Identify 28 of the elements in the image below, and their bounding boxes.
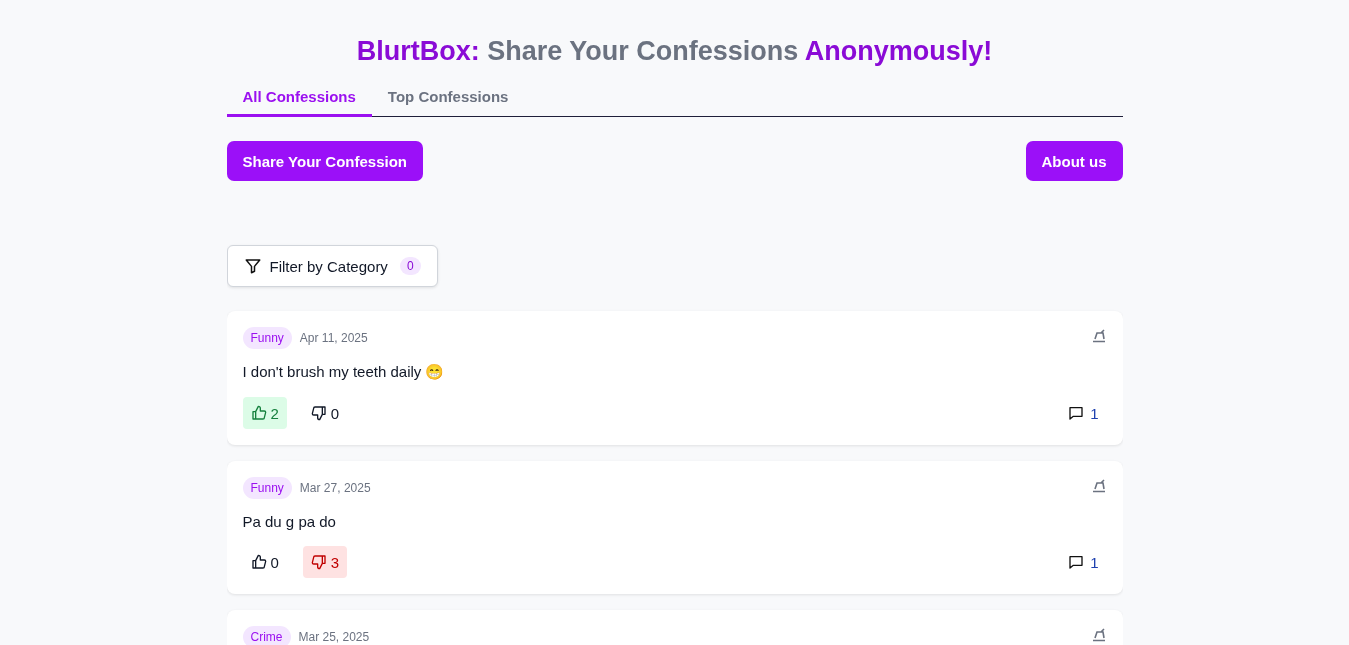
count-badge: 0 bbox=[399, 257, 421, 275]
confession-text: I don't brush my teeth daily 😁 bbox=[242, 363, 446, 381]
filter-button[interactable]: Filter by Category 0 bbox=[226, 245, 438, 287]
share-confession-button[interactable]: Share Your Confession bbox=[226, 141, 423, 181]
post-date: Apr 11, 2025 bbox=[299, 331, 368, 345]
tab[interactable]: All Confessions bbox=[226, 80, 372, 117]
tab[interactable]: Top Confessions bbox=[371, 80, 525, 117]
category-tag: Funny bbox=[242, 477, 292, 499]
category-tag: Crime bbox=[242, 626, 291, 645]
post-date: Mar 27, 2025 bbox=[299, 481, 371, 495]
thumbs-down-icon bbox=[310, 405, 327, 421]
category-tag: Funny bbox=[242, 327, 292, 349]
comment-icon bbox=[1068, 405, 1085, 421]
confession-text: Pa du g pa do bbox=[242, 513, 337, 530]
dislike-button[interactable]: 3 bbox=[302, 546, 348, 578]
thumbs-down-icon bbox=[310, 554, 327, 570]
filter-icon bbox=[243, 257, 262, 275]
comments-button[interactable]: 1 bbox=[1060, 404, 1107, 422]
like-button[interactable]: 2 bbox=[242, 397, 287, 429]
page-title: BlurtBox: Share Your Confessions Anonymously! bbox=[355, 35, 994, 68]
dislike-button[interactable]: 0 bbox=[302, 397, 348, 429]
comment-icon bbox=[1068, 554, 1085, 570]
post-date: Mar 25, 2025 bbox=[298, 630, 370, 644]
like-button[interactable]: 0 bbox=[242, 546, 287, 578]
thumbs-up-icon bbox=[250, 554, 267, 570]
comments-button[interactable]: 1 bbox=[1060, 553, 1107, 571]
thumbs-up-icon bbox=[250, 405, 267, 421]
about-us-button[interactable]: About us bbox=[1025, 141, 1123, 181]
